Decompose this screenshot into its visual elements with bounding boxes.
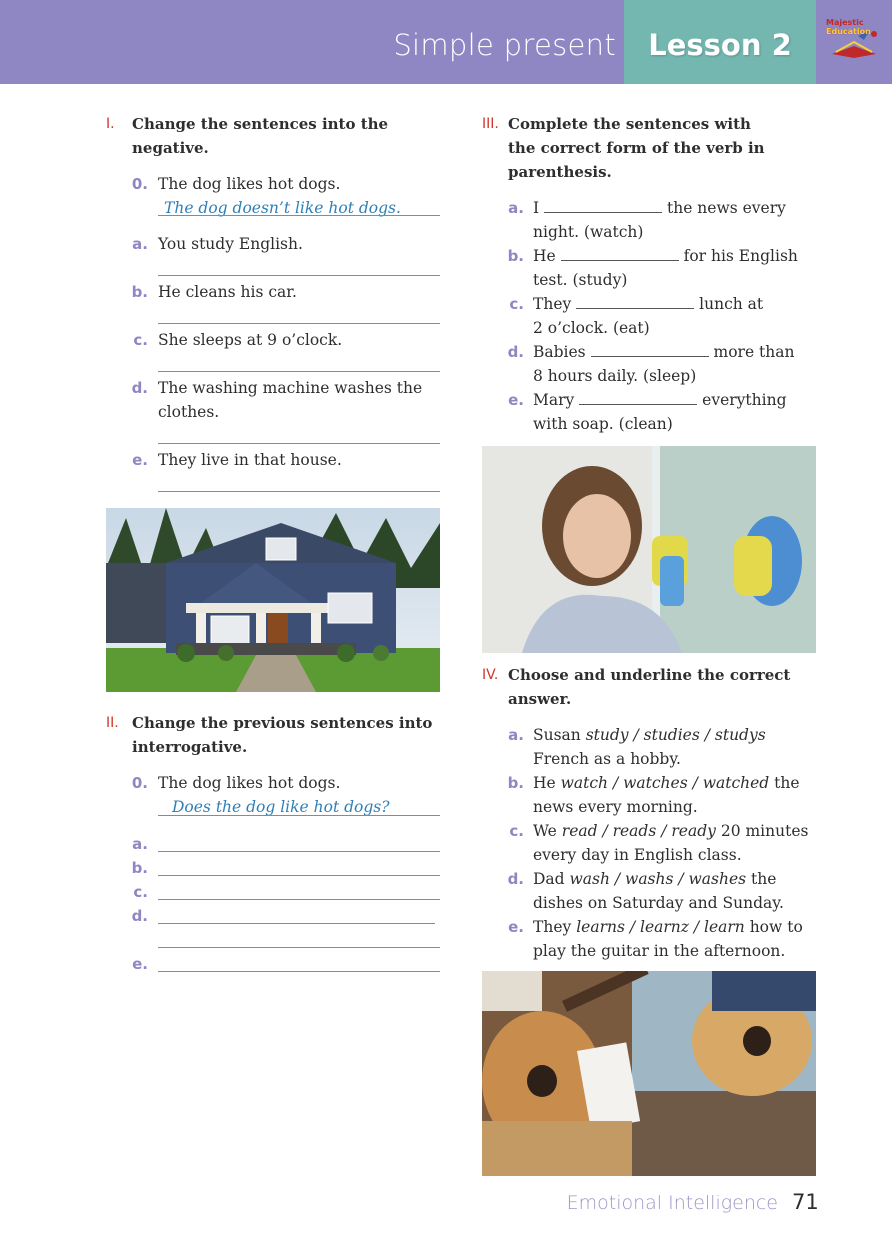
exercise-sentence: 2 o’clock. (eat) [533, 319, 650, 337]
item-label: d. [131, 379, 148, 397]
exercise-sentence: He cleans his car. [158, 283, 297, 301]
lesson-badge: Lesson 2 [624, 0, 816, 84]
item-label: b. [507, 247, 524, 265]
item-label: 0. [131, 175, 148, 193]
section-title-line: Change the sentences into the [132, 115, 389, 133]
exercise-sentence: Dad wash / washs / washes the [533, 870, 777, 888]
exercise-sentence: She sleeps at 9 o’clock. [158, 331, 343, 349]
item-label: b. [131, 283, 148, 301]
item-label: b. [507, 774, 524, 792]
exercise-sentence: They live in that house. [158, 451, 342, 469]
exercise-sentence: They lunch at [533, 294, 764, 313]
house-photo [106, 508, 440, 692]
item-label: d. [507, 870, 524, 888]
section-number: III. [482, 116, 499, 132]
answer-line[interactable] [158, 899, 440, 900]
fill-blank[interactable] [579, 390, 698, 405]
item-label: e. [508, 391, 524, 409]
answer-line[interactable] [158, 971, 440, 972]
fill-blank[interactable] [544, 198, 663, 213]
example-sentence: The dog likes hot dogs. [158, 175, 341, 193]
section-title-line: interrogative. [132, 738, 248, 756]
exercise-sentence: clothes. [158, 403, 220, 421]
answer-options[interactable]: watch / watches / watched [561, 774, 770, 792]
exercise-sentence: Babies more than [533, 342, 795, 361]
exercise-sentence: He for his English [533, 246, 798, 265]
answer-line[interactable] [158, 371, 440, 372]
answer-line[interactable] [158, 275, 440, 276]
fill-blank[interactable] [590, 342, 709, 357]
answer-line [158, 815, 440, 816]
fill-blank[interactable] [560, 246, 679, 261]
page-header: Simple present Lesson 2 Majestic Educati… [0, 0, 892, 84]
publisher-logo-text: Majestic Education [826, 18, 871, 36]
item-label: e. [132, 955, 148, 973]
section-number: II. [106, 715, 119, 731]
exercise-sentence: They learns / learnz / learn how to [533, 918, 803, 936]
subject-title: Simple present [393, 28, 616, 62]
example-answer: The dog doesn’t like hot dogs. [164, 199, 401, 217]
section-title-line: Change the previous sentences into [132, 714, 433, 732]
item-label: a. [508, 726, 524, 744]
exercise-sentence: with soap. (clean) [533, 415, 673, 433]
exercise-sentence: French as a hobby. [533, 750, 681, 768]
exercise-sentence: 8 hours daily. (sleep) [533, 367, 697, 385]
cleaning-window-photo [482, 446, 816, 653]
section-title-line: Choose and underline the correct [508, 666, 791, 684]
item-label: c. [133, 331, 148, 349]
exercise-sentence: You study English. [158, 235, 303, 253]
answer-options[interactable]: wash / washs / washes [570, 870, 747, 888]
section-title-line: negative. [132, 139, 209, 157]
answer-line [158, 215, 440, 216]
answer-line[interactable] [158, 323, 440, 324]
exercise-sentence: night. (watch) [533, 223, 644, 241]
section-title-line: Complete the sentences with [508, 115, 751, 133]
answer-options[interactable]: read / reads / ready [562, 822, 716, 840]
exercise-sentence: We read / reads / ready 20 minutes [533, 822, 809, 840]
item-label: e. [508, 918, 524, 936]
answer-options[interactable]: learns / learnz / learn [576, 918, 745, 936]
exercise-sentence: Mary everything [533, 390, 787, 409]
exercise-sentence: The washing machine washes the [158, 379, 423, 397]
example-sentence: The dog likes hot dogs. [158, 774, 341, 792]
exercise-sentence: I the news every [533, 198, 786, 217]
item-label: a. [132, 235, 148, 253]
answer-line[interactable] [158, 923, 435, 924]
section-title-line: the correct form of the verb in [508, 139, 765, 157]
item-label: 0. [131, 774, 148, 792]
item-label: c. [509, 295, 524, 313]
answer-line[interactable] [158, 491, 440, 492]
fill-blank[interactable] [576, 294, 695, 309]
exercise-sentence: play the guitar in the afternoon. [533, 942, 786, 960]
exercise-sentence: dishes on Saturday and Sunday. [533, 894, 784, 912]
section-title-line: parenthesis. [508, 163, 612, 181]
exercise-sentence: every day in English class. [533, 846, 742, 864]
page-number: 71 [792, 1190, 819, 1214]
answer-line[interactable] [158, 875, 440, 876]
exercise-sentence: Susan study / studies / studys [533, 726, 766, 744]
item-label: c. [509, 822, 524, 840]
item-label: d. [507, 343, 524, 361]
lesson-title: Lesson 2 [648, 28, 792, 62]
answer-line[interactable] [158, 443, 440, 444]
section-number: IV. [482, 667, 499, 683]
exercise-sentence: test. (study) [533, 271, 628, 289]
section-title-line: answer. [508, 690, 572, 708]
exercise-sentence: He watch / watches / watched the [533, 774, 800, 792]
answer-options[interactable]: study / studies / studys [586, 726, 766, 744]
guitar-lesson-photo [482, 971, 816, 1176]
item-label: d. [131, 907, 148, 925]
answer-line[interactable] [158, 947, 440, 948]
exercise-sentence: news every morning. [533, 798, 698, 816]
item-label: c. [133, 883, 148, 901]
answer-line[interactable] [158, 851, 440, 852]
book-title: Emotional Intelligence [566, 1192, 778, 1214]
item-label: a. [508, 199, 524, 217]
item-label: a. [132, 835, 148, 853]
item-label: b. [131, 859, 148, 877]
item-label: e. [132, 451, 148, 469]
section-number: I. [106, 116, 115, 132]
